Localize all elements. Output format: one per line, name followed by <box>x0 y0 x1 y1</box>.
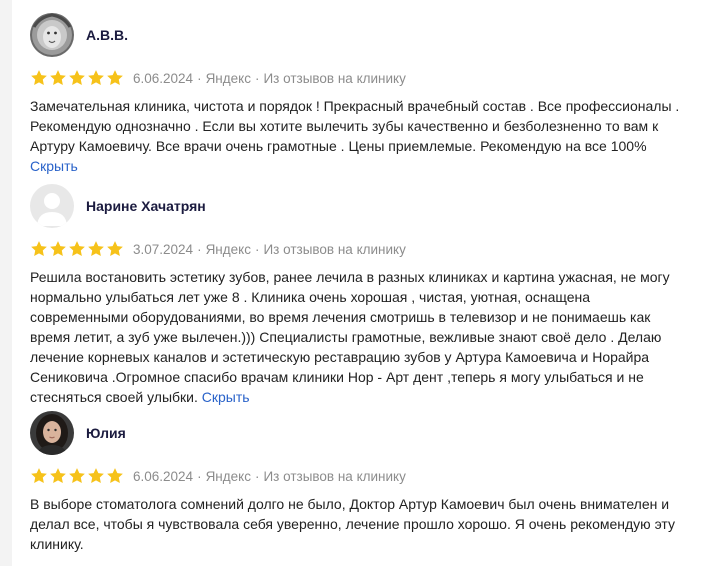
review-text-content: Замечательная клиника, чистота и порядок… <box>30 98 680 154</box>
review-text-content: Решила востановить эстетику зубов, ранее… <box>30 269 670 405</box>
star-icon <box>88 241 104 257</box>
review-header: Юлия <box>30 410 690 456</box>
review-header: А.В.В. <box>30 12 690 58</box>
star-icon <box>31 70 47 86</box>
review-source: Яндекс <box>205 70 251 86</box>
star-icon <box>31 241 47 257</box>
star-icon <box>50 70 66 86</box>
review-text: Решила востановить эстетику зубов, ранее… <box>30 267 690 407</box>
review-text-content: В выборе стоматолога сомнений долго не б… <box>30 496 675 552</box>
star-icon <box>107 241 123 257</box>
rating-stars <box>30 69 125 87</box>
lion-avatar-icon[interactable] <box>30 13 74 57</box>
star-icon <box>50 468 66 484</box>
review-meta-text: 6.06.2024 · Яндекс · Из отзывов на клинику <box>133 468 406 484</box>
star-icon <box>69 70 85 86</box>
default-user-avatar-icon[interactable] <box>30 184 74 228</box>
review-card: А.В.В. 6.06.2024 · Яндекс · Из отзывов на кл… <box>30 12 690 176</box>
review-date: 6.06.2024 <box>133 70 194 86</box>
hide-review-link[interactable]: Скрыть <box>202 389 250 405</box>
review-header: Нарине Хачатрян <box>30 183 690 229</box>
review-origin: Из отзывов на клинику <box>263 468 406 484</box>
review-author[interactable]: Нарине Хачатрян <box>86 198 206 214</box>
star-icon <box>50 241 66 257</box>
review-meta: 6.06.2024 · Яндекс · Из отзывов на клинику <box>30 466 690 486</box>
review-author[interactable]: Юлия <box>86 425 126 441</box>
woman-avatar-icon[interactable] <box>30 411 74 455</box>
review-meta: 6.06.2024 · Яндекс · Из отзывов на клинику <box>30 68 690 88</box>
review-source: Яндекс <box>205 241 251 257</box>
star-icon <box>69 241 85 257</box>
review-date: 6.06.2024 <box>133 468 194 484</box>
rating-stars <box>30 240 125 258</box>
review-card: Юлия 6.06.2024 · Яндекс · Из отзывов на клин… <box>30 410 690 554</box>
review-origin: Из отзывов на клинику <box>263 70 406 86</box>
star-icon <box>31 468 47 484</box>
review-card: Нарине Хачатрян 3.07.2024 · Яндекс · Из отзы… <box>30 183 690 407</box>
left-frame-border <box>0 0 12 566</box>
hide-review-link[interactable]: Скрыть <box>30 158 78 174</box>
review-date: 3.07.2024 <box>133 241 194 257</box>
review-text: В выборе стоматолога сомнений долго не б… <box>30 494 690 554</box>
review-meta-text: 3.07.2024 · Яндекс · Из отзывов на клинику <box>133 241 406 257</box>
review-source: Яндекс <box>205 468 251 484</box>
review-author[interactable]: А.В.В. <box>86 27 128 43</box>
review-meta-text: 6.06.2024 · Яндекс · Из отзывов на клинику <box>133 70 406 86</box>
review-origin: Из отзывов на клинику <box>263 241 406 257</box>
star-icon <box>107 468 123 484</box>
star-icon <box>69 468 85 484</box>
rating-stars <box>30 467 125 485</box>
review-meta: 3.07.2024 · Яндекс · Из отзывов на клинику <box>30 239 690 259</box>
star-icon <box>88 468 104 484</box>
review-text: Замечательная клиника, чистота и порядок… <box>30 96 690 176</box>
star-icon <box>88 70 104 86</box>
star-icon <box>107 70 123 86</box>
